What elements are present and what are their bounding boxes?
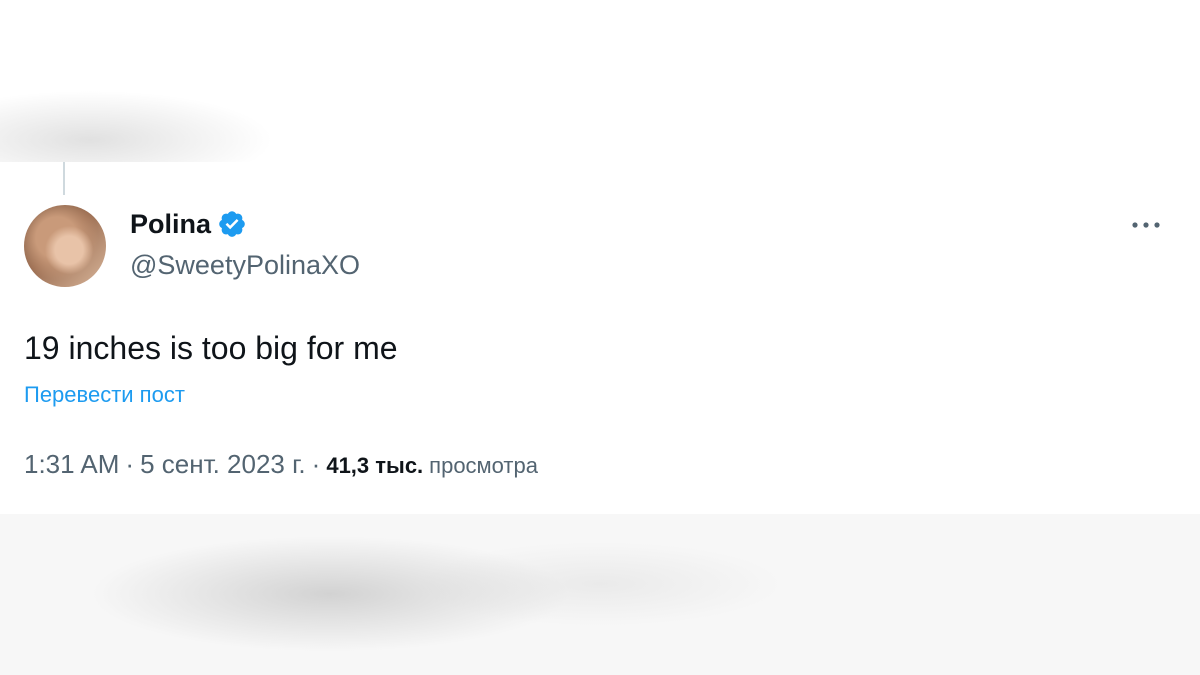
blurred-previous-content bbox=[0, 0, 1200, 162]
tweet-card[interactable]: Polina @SweetyPolinaXO 19 inches is too … bbox=[0, 162, 1200, 514]
translate-post-link[interactable]: Перевести пост bbox=[24, 381, 185, 409]
thread-connector-line bbox=[63, 162, 65, 195]
blurred-next-content bbox=[0, 514, 1200, 675]
views-count[interactable]: 41,3 тыс. bbox=[326, 450, 423, 482]
author-display-name[interactable]: Polina bbox=[130, 208, 211, 240]
verified-badge-icon bbox=[217, 209, 247, 239]
meta-separator: · bbox=[125, 449, 135, 479]
more-options-icon bbox=[1131, 216, 1161, 234]
tweet-time[interactable]: 1:31 AM bbox=[24, 448, 119, 480]
tweet-date[interactable]: 5 сент. 2023 г. bbox=[140, 448, 306, 480]
views-label: просмотра bbox=[429, 453, 538, 478]
author-name-row: Polina bbox=[130, 208, 247, 240]
author-handle[interactable]: @SweetyPolinaXO bbox=[130, 249, 360, 281]
tweet-text: 19 inches is too big for me bbox=[24, 330, 398, 366]
avatar[interactable] bbox=[24, 205, 106, 287]
tweet-meta: 1:31 AM · 5 сент. 2023 г. · 41,3 тыс. пр… bbox=[24, 448, 538, 482]
more-options-button[interactable] bbox=[1124, 210, 1168, 240]
meta-separator: · bbox=[311, 449, 321, 479]
